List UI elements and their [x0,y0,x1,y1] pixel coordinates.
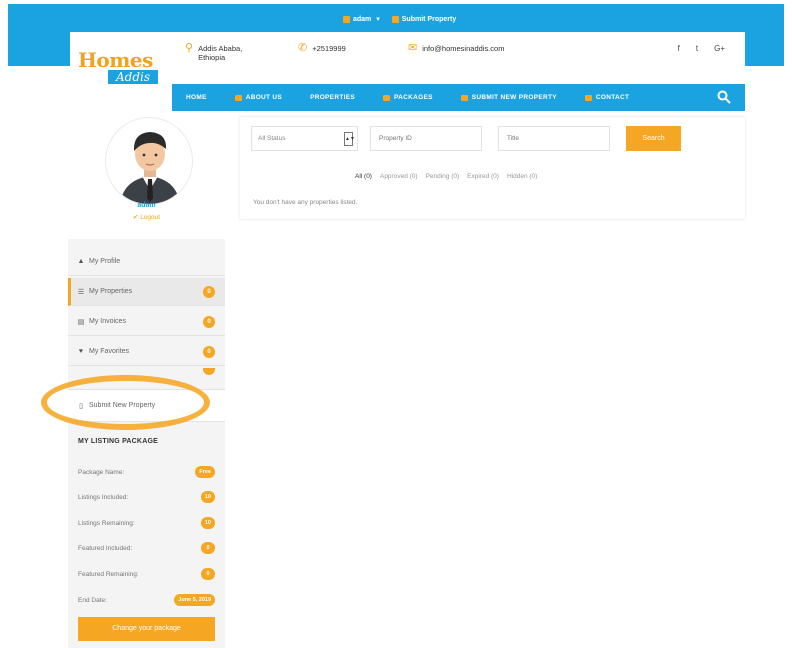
status-filter-tabs: All (0) Approved (0) Pending (0) Expired… [355,173,537,180]
invoices-count-badge: 0 [203,316,215,328]
search-button[interactable]: Search [626,126,681,151]
profile-card: adam ✔ Logout [68,111,225,239]
email-info[interactable]: ✉ info@homesinaddis.com [408,42,504,54]
chevron-down-icon: ▲▼ [344,132,355,146]
sidebar-item-my-favorites[interactable]: ♥ My Favorites 0 [68,338,225,366]
change-package-button[interactable]: Change your package [78,617,215,641]
top-bar-links: adam ▾ Submit Property [343,15,456,23]
tab-all[interactable]: All (0) [355,173,372,180]
listings-included-row: Listings Included: 10 [78,491,215,503]
user-icon [343,15,350,23]
user-icon: ▲ [77,258,85,265]
user-name: adam [137,202,156,209]
user-menu-link[interactable]: adam ▾ [343,15,380,23]
end-date-row: End Date: June 5, 2019 [78,594,215,606]
social-links: f t G+ [678,44,725,53]
nav-packages[interactable]: PACKAGES [382,94,433,101]
nav-about-us[interactable]: ABOUT US [234,94,282,101]
nav-properties[interactable]: PROPERTIES [310,94,355,101]
listing-package-title: MY LISTING PACKAGE [78,438,158,445]
logout-link[interactable]: ✔ Logout [68,213,225,221]
site-logo[interactable]: Homes Addis [78,48,168,88]
phone-info: ✆ +2519999 [298,42,346,54]
properties-panel: All Status ▲▼ Search All (0) Approved (0… [240,117,745,219]
title-input[interactable] [498,126,610,151]
featured-remaining-row: Featured Remaining: 0 [78,568,215,580]
package-icon [382,94,390,101]
listings-remaining-badge: 10 [200,517,215,529]
status-select[interactable]: All Status ▲▼ [251,126,358,151]
favorites-count-badge: 0 [203,346,215,358]
plus-icon [391,15,399,23]
main-nav: HOME ABOUT US PROPERTIES PACKAGES SUBMIT… [172,84,745,111]
list-icon: ☰ [77,288,85,296]
facebook-icon[interactable]: f [678,44,680,53]
featured-remaining-badge: 0 [201,568,215,580]
package-name-row: Package Name: Free [78,466,215,478]
properties-count-badge: 0 [203,286,215,298]
tab-pending[interactable]: Pending (0) [426,173,460,180]
heart-icon: ♥ [78,348,84,355]
invoice-icon: ▤ [77,318,85,326]
listings-included-badge: 10 [200,491,215,503]
search-icon[interactable] [717,90,731,104]
tab-hidden[interactable]: Hidden (0) [507,173,537,180]
end-date-badge: June 5, 2019 [174,594,215,606]
nav-home[interactable]: HOME [186,94,207,101]
property-id-input[interactable] [370,126,482,151]
sidebar-item-my-invoices[interactable]: ▤ My Invoices 0 [68,308,225,336]
partial-count-badge [203,368,215,375]
contact-icon [584,94,592,101]
package-name-badge: Free [195,466,215,478]
address-info: ⚲ Addis Ababa, Ethiopia [185,42,243,63]
empty-state-message: You don't have any properties listed. [253,199,358,206]
envelope-icon: ✉ [408,42,418,54]
avatar [105,117,193,205]
twitter-icon[interactable]: t [696,44,698,53]
highlight-circle [41,375,210,430]
nav-contact[interactable]: CONTACT [584,94,629,101]
featured-included-row: Featured Included: 0 [78,542,215,554]
sidebar-item-my-properties[interactable]: ☰ My Properties 0 [68,278,225,306]
google-plus-icon[interactable]: G+ [714,44,725,53]
tab-approved[interactable]: Approved (0) [380,173,418,180]
location-pin-icon: ⚲ [185,42,194,54]
info-icon [234,94,242,101]
sidebar-item-my-profile[interactable]: ▲ My Profile [68,248,225,276]
phone-icon: ✆ [298,42,308,54]
nav-submit-property[interactable]: SUBMIT NEW PROPERTY [460,94,557,101]
submit-property-link[interactable]: Submit Property [391,15,456,23]
listings-remaining-row: Listings Remaining: 10 [78,517,215,529]
plus-icon [460,94,468,101]
tab-expired[interactable]: Expired (0) [467,173,499,180]
site-header: Homes Addis ⚲ Addis Ababa, Ethiopia ✆ +2… [70,32,745,84]
featured-included-badge: 0 [201,542,215,554]
